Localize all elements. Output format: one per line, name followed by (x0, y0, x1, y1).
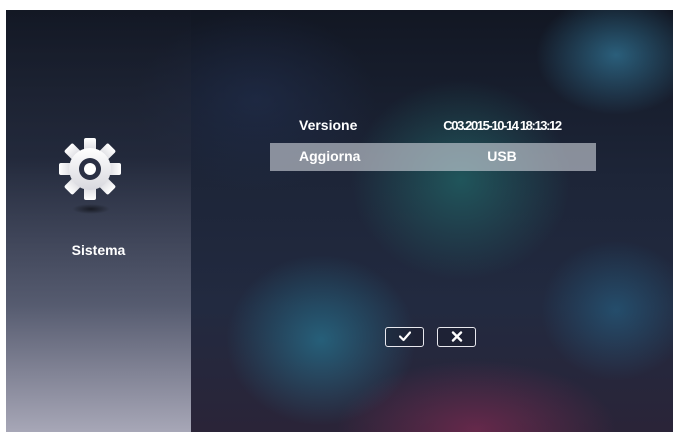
version-value: C03.2015-10-14 18:13:12 (443, 118, 562, 133)
update-row[interactable]: Aggiorna USB (270, 143, 596, 171)
confirm-button[interactable] (385, 327, 424, 347)
check-icon (399, 331, 411, 342)
sidebar: Sistema (6, 10, 191, 432)
version-row: Versione C03.2015-10-14 18:13:12 (270, 112, 596, 140)
gear-icon (59, 138, 121, 200)
update-label: Aggiorna (299, 148, 361, 164)
update-value[interactable]: USB (432, 148, 572, 164)
gear-shadow (72, 204, 110, 214)
sidebar-category-label: Sistema (71, 242, 126, 258)
version-label: Versione (299, 117, 358, 133)
projector-menu-screen: Sistema Versione C03.2015-10-14 18:13:12… (6, 10, 673, 432)
x-icon (451, 331, 463, 342)
cancel-button[interactable] (437, 327, 476, 347)
